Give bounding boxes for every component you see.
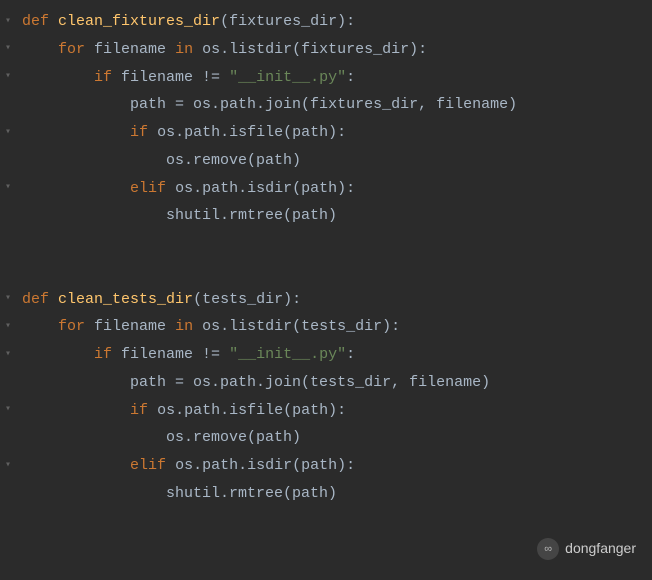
- condition: filename !=: [121, 346, 229, 363]
- paren-colon: ):: [283, 291, 301, 308]
- fold-gutter[interactable]: ▾: [4, 457, 16, 476]
- paren: (: [193, 291, 202, 308]
- code-line[interactable]: ▾ elif os.path.isdir(path):: [4, 175, 652, 203]
- string-literal: "__init__.py": [229, 346, 346, 363]
- fold-gutter[interactable]: ▾: [4, 124, 16, 143]
- code-line[interactable]: ▾ def clean_fixtures_dir(fixtures_dir):: [4, 8, 652, 36]
- call-expr: os.listdir(tests_dir):: [202, 318, 400, 335]
- assignment: path = os.path.join(tests_dir, filename): [130, 374, 490, 391]
- code-line[interactable]: shutil.rmtree(path): [4, 202, 652, 230]
- fold-icon[interactable]: ▾: [5, 13, 15, 32]
- fold-icon[interactable]: ▾: [5, 179, 15, 198]
- keyword-elif: elif: [130, 457, 166, 474]
- call-expr: os.path.isfile(path):: [157, 402, 346, 419]
- code-line[interactable]: ▾ def clean_tests_dir(tests_dir):: [4, 286, 652, 314]
- fold-gutter[interactable]: ▾: [4, 40, 16, 59]
- keyword-in: in: [175, 41, 193, 58]
- call-expr: os.remove(path): [166, 429, 301, 446]
- string-literal: "__init__.py": [229, 69, 346, 86]
- paren-colon: ):: [337, 13, 355, 30]
- fold-gutter[interactable]: ▾: [4, 179, 16, 198]
- fold-gutter[interactable]: ▾: [4, 290, 16, 309]
- code-line[interactable]: ▾ if os.path.isfile(path):: [4, 397, 652, 425]
- watermark-icon: ∞: [537, 538, 559, 560]
- parameter: fixtures_dir: [229, 13, 337, 30]
- keyword-def: def: [22, 13, 49, 30]
- variable: filename: [94, 318, 166, 335]
- fold-icon[interactable]: ▾: [5, 68, 15, 87]
- call-expr: os.path.isdir(path):: [175, 457, 355, 474]
- parameter: tests_dir: [202, 291, 283, 308]
- code-line[interactable]: ▾ if os.path.isfile(path):: [4, 119, 652, 147]
- watermark: ∞ dongfanger: [537, 536, 636, 562]
- blank-line[interactable]: [4, 230, 652, 258]
- keyword-for: for: [58, 41, 85, 58]
- watermark-text: dongfanger: [565, 536, 636, 562]
- code-line[interactable]: path = os.path.join(fixtures_dir, filena…: [4, 91, 652, 119]
- code-line[interactable]: path = os.path.join(tests_dir, filename): [4, 369, 652, 397]
- keyword-def: def: [22, 291, 49, 308]
- function-name: clean_tests_dir: [58, 291, 193, 308]
- blank-line[interactable]: [4, 258, 652, 286]
- fold-icon[interactable]: ▾: [5, 457, 15, 476]
- condition: filename !=: [121, 69, 229, 86]
- fold-gutter[interactable]: ▾: [4, 346, 16, 365]
- colon: :: [346, 346, 355, 363]
- call-expr: shutil.rmtree(path): [166, 207, 337, 224]
- keyword-if: if: [94, 69, 112, 86]
- call-expr: os.path.isdir(path):: [175, 180, 355, 197]
- fold-gutter[interactable]: ▾: [4, 68, 16, 87]
- fold-icon[interactable]: ▾: [5, 401, 15, 420]
- code-line[interactable]: ▾ for filename in os.listdir(tests_dir):: [4, 313, 652, 341]
- paren: (: [220, 13, 229, 30]
- call-expr: os.path.isfile(path):: [157, 124, 346, 141]
- fold-gutter[interactable]: ▾: [4, 13, 16, 32]
- keyword-in: in: [175, 318, 193, 335]
- call-expr: os.remove(path): [166, 152, 301, 169]
- code-line[interactable]: ▾ for filename in os.listdir(fixtures_di…: [4, 36, 652, 64]
- keyword-for: for: [58, 318, 85, 335]
- code-line[interactable]: os.remove(path): [4, 147, 652, 175]
- call-expr: shutil.rmtree(path): [166, 485, 337, 502]
- fold-gutter[interactable]: ▾: [4, 318, 16, 337]
- call-expr: os.listdir(fixtures_dir):: [202, 41, 427, 58]
- fold-icon[interactable]: ▾: [5, 346, 15, 365]
- fold-gutter[interactable]: ▾: [4, 401, 16, 420]
- code-line[interactable]: ▾ if filename != "__init__.py":: [4, 341, 652, 369]
- function-name: clean_fixtures_dir: [58, 13, 220, 30]
- code-editor[interactable]: ▾ def clean_fixtures_dir(fixtures_dir): …: [0, 0, 652, 516]
- fold-icon[interactable]: ▾: [5, 124, 15, 143]
- fold-icon[interactable]: ▾: [5, 318, 15, 337]
- fold-icon[interactable]: ▾: [5, 40, 15, 59]
- colon: :: [346, 69, 355, 86]
- code-line[interactable]: ▾ elif os.path.isdir(path):: [4, 452, 652, 480]
- code-line[interactable]: ▾ if filename != "__init__.py":: [4, 64, 652, 92]
- fold-icon[interactable]: ▾: [5, 290, 15, 309]
- keyword-elif: elif: [130, 180, 166, 197]
- keyword-if: if: [130, 402, 148, 419]
- code-line[interactable]: shutil.rmtree(path): [4, 480, 652, 508]
- keyword-if: if: [130, 124, 148, 141]
- keyword-if: if: [94, 346, 112, 363]
- variable: filename: [94, 41, 166, 58]
- code-line[interactable]: os.remove(path): [4, 424, 652, 452]
- assignment: path = os.path.join(fixtures_dir, filena…: [130, 96, 517, 113]
